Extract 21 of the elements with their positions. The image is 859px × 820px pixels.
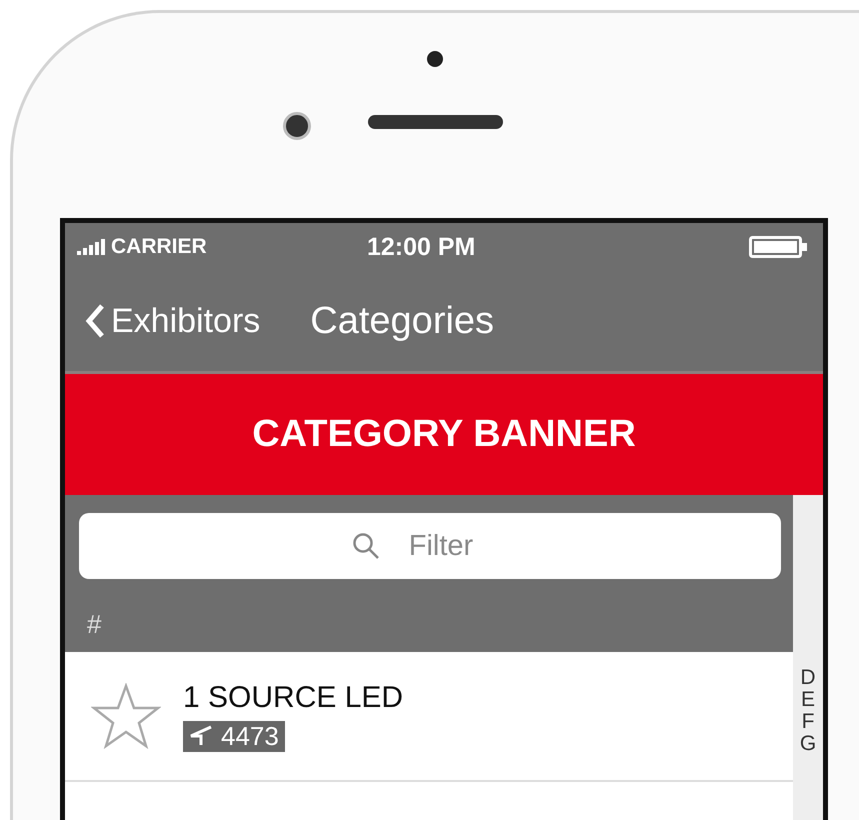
index-letter[interactable]: G bbox=[800, 733, 816, 755]
index-letter[interactable]: E bbox=[800, 689, 815, 711]
booth-label: 4473 bbox=[221, 720, 279, 752]
index-letter[interactable]: F bbox=[802, 711, 814, 733]
sensor-dot bbox=[427, 51, 443, 67]
exhibitor-name: 1 SOURCE LED bbox=[183, 680, 404, 714]
section-header: # bbox=[65, 597, 793, 652]
carrier-label: CARRIER bbox=[111, 235, 207, 259]
search-icon bbox=[352, 532, 380, 560]
exhibitor-row[interactable]: 1 SOURCE LED 4473 bbox=[65, 652, 793, 782]
screen-title: Categories bbox=[310, 300, 494, 342]
category-banner: CATEGORY BANNER bbox=[65, 374, 823, 495]
chevron-left-icon bbox=[85, 303, 105, 339]
back-button[interactable]: Exhibitors bbox=[85, 302, 260, 340]
index-letter[interactable]: D bbox=[800, 667, 816, 689]
signal-icon bbox=[77, 239, 107, 255]
status-time: 12:00 PM bbox=[367, 232, 476, 262]
star-icon[interactable] bbox=[91, 683, 161, 749]
filter-field[interactable]: Filter bbox=[79, 513, 781, 579]
camera-icon bbox=[283, 112, 311, 140]
battery-icon bbox=[749, 236, 809, 258]
